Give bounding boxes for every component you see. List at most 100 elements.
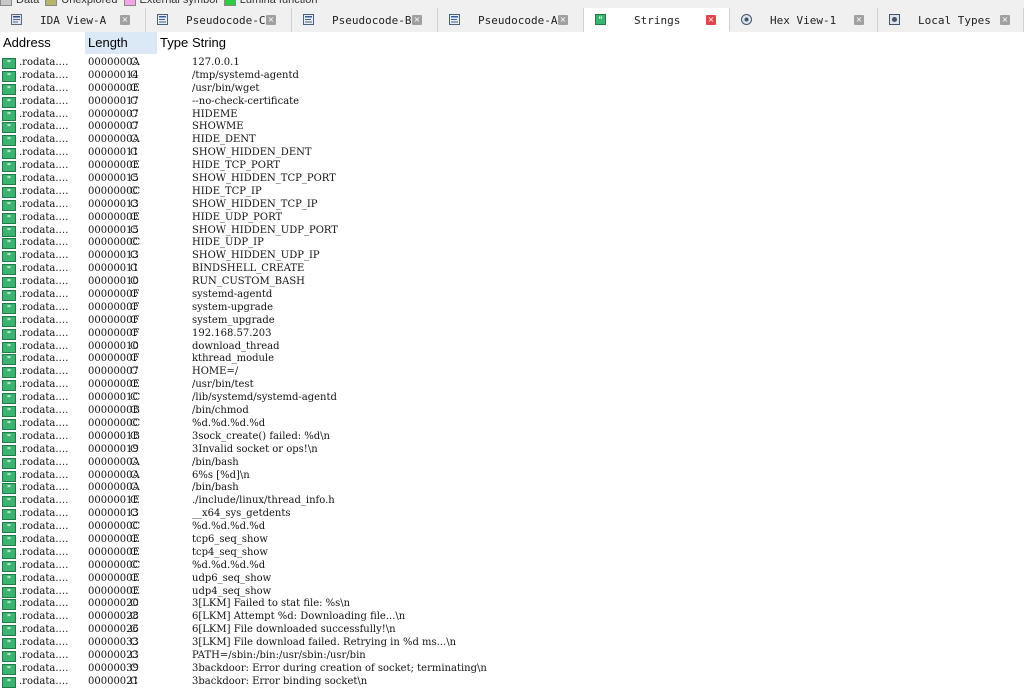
string-cell: 3backdoor: Error binding socket\n: [192, 675, 368, 687]
table-row[interactable]: " .rodata.… 00000017 C --no-check-certificat…: [0, 96, 1024, 109]
type-cell: C: [130, 173, 138, 185]
string-cell: 6[LKM] Attempt %d: Downloading file...\n: [192, 611, 406, 623]
table-row[interactable]: " .rodata.… 0000001B C 3sock_create() failed…: [0, 431, 1024, 444]
tab-strings[interactable]: " Strings ×: [584, 8, 730, 32]
table-row[interactable]: " .rodata.… 0000000E C HIDE_UDP_PORT: [0, 212, 1024, 225]
type-cell: C: [130, 57, 138, 68]
table-row[interactable]: " .rodata.… 0000000B C/bin/chmod: [0, 405, 1024, 418]
table-row[interactable]: " .rodata.… 00000021 C 3backdoor: Error bind…: [0, 676, 1024, 689]
column-header-string[interactable]: String: [189, 32, 1024, 54]
table-row[interactable]: " .rodata.… 00000011 C BINDSHELL_CREATE: [0, 263, 1024, 276]
table-row[interactable]: " .rodata.… 0000000E C/usr/bin/test: [0, 379, 1024, 392]
close-icon[interactable]: ×: [412, 15, 422, 25]
table-row[interactable]: " .rodata.… 0000000F Ckthread_module: [0, 353, 1024, 366]
pseudocode-icon: [449, 14, 460, 25]
tab-label: Pseudocode-B: [332, 14, 412, 27]
table-row[interactable]: " .rodata.… 00000026 C 6[LKM] File downloade…: [0, 624, 1024, 637]
string-cell: HIDE_DENT: [192, 134, 256, 146]
table-row[interactable]: " .rodata.… 0000000C C HIDE_UDP_IP: [0, 237, 1024, 250]
table-row[interactable]: " .rodata.… 00000007 C HOME=/: [0, 366, 1024, 379]
table-row[interactable]: " .rodata.… 0000001C C/lib/systemd/systemd-…: [0, 392, 1024, 405]
string-cell: /usr/bin/test: [192, 379, 254, 391]
string-cell: ./include/linux/thread_info.h: [192, 495, 335, 507]
string-icon: ": [2, 186, 16, 198]
table-row[interactable]: " .rodata.… 00000023 C PATH=/sbin:/bin:/usr/…: [0, 650, 1024, 663]
address-cell: .rodata.…: [19, 456, 69, 468]
column-header-address[interactable]: Address: [0, 32, 85, 54]
type-cell: C: [130, 82, 138, 94]
table-row[interactable]: " .rodata.… 0000000E Ctcp6_seq_show: [0, 534, 1024, 547]
type-cell: C: [130, 649, 138, 661]
column-header-length[interactable]: Length: [85, 32, 157, 54]
table-row[interactable]: " .rodata.… 00000019 C 3Invalid socket or op…: [0, 444, 1024, 457]
table-row[interactable]: " .rodata.… 00000039 C 3backdoor: Error duri…: [0, 663, 1024, 676]
string-icon: ": [2, 83, 16, 95]
close-icon[interactable]: ×: [1000, 15, 1010, 25]
table-row[interactable]: " .rodata.… 00000010 C RUN_CUSTOM_BASH: [0, 276, 1024, 289]
table-row[interactable]: " .rodata.… 0000000C C %d.%d.%d.%d: [0, 560, 1024, 573]
tab-pseudocode-a[interactable]: Pseudocode-A ×: [438, 8, 584, 32]
table-row[interactable]: " .rodata.… 0000000A C/bin/bash: [0, 457, 1024, 470]
table-row[interactable]: " .rodata.… 0000000A C 6%s [%d]\n: [0, 470, 1024, 483]
type-cell: C: [130, 276, 138, 288]
table-row[interactable]: " .rodata.… 0000000F Csystem-upgrade: [0, 302, 1024, 315]
string-cell: 127.0.0.1: [192, 57, 240, 68]
table-row[interactable]: " .rodata.… 0000000C C HIDE_TCP_IP: [0, 186, 1024, 199]
legend-swatch: [45, 0, 58, 6]
type-cell: C: [130, 160, 138, 172]
table-row[interactable]: " .rodata.… 00000015 C SHOW_HIDDEN_UDP_PORT: [0, 225, 1024, 238]
close-icon[interactable]: ×: [558, 15, 568, 25]
string-icon: ": [2, 663, 16, 675]
table-row[interactable]: " .rodata.… 0000000E Cudp6_seq_show: [0, 573, 1024, 586]
table-row[interactable]: " .rodata.… 00000010 Cdownload_thread: [0, 341, 1024, 354]
table-row[interactable]: " .rodata.… 00000028 C 6[LKM] Attempt %d: Do…: [0, 611, 1024, 624]
string-icon: ": [2, 547, 16, 559]
string-icon: ": [2, 393, 16, 405]
table-row[interactable]: " .rodata.… 0000000A C 127.0.0.1: [0, 57, 1024, 70]
table-row[interactable]: " .rodata.… 00000014 C/tmp/systemd-agentd: [0, 70, 1024, 83]
type-cell: C: [130, 611, 138, 623]
table-row[interactable]: " .rodata.… 00000013 C __x64_sys_getdents: [0, 508, 1024, 521]
table-row[interactable]: " .rodata.… 00000013 C SHOW_HIDDEN_TCP_IP: [0, 199, 1024, 212]
table-row[interactable]: " .rodata.… 0000000E Ctcp4_seq_show: [0, 547, 1024, 560]
table-row[interactable]: " .rodata.… 00000011 C SHOW_HIDDEN_DENT: [0, 147, 1024, 160]
table-row[interactable]: " .rodata.… 00000020 C 3[LKM] Failed to stat…: [0, 598, 1024, 611]
table-row[interactable]: " .rodata.… 0000000F C 192.168.57.203: [0, 328, 1024, 341]
string-icon: ": [2, 380, 16, 392]
table-row[interactable]: " .rodata.… 0000000A C HIDE_DENT: [0, 134, 1024, 147]
close-icon[interactable]: ×: [854, 15, 864, 25]
column-header-type[interactable]: Type: [157, 32, 189, 54]
tab-pseudocode-c[interactable]: Pseudocode-C ×: [146, 8, 292, 32]
table-row[interactable]: " .rodata.… 0000000C C %d.%d.%d.%d: [0, 418, 1024, 431]
close-icon[interactable]: ×: [266, 15, 276, 25]
close-icon[interactable]: ×: [706, 15, 716, 25]
address-cell: .rodata.…: [19, 95, 69, 107]
tab-ida-view-a[interactable]: IDA View-A ×: [0, 8, 146, 32]
string-cell: /bin/bash: [192, 456, 239, 468]
string-icon: ": [2, 302, 16, 314]
table-row[interactable]: " .rodata.… 00000007 C HIDEME: [0, 109, 1024, 122]
type-cell: C: [130, 572, 138, 584]
table-row[interactable]: " .rodata.… 0000000E C/usr/bin/wget: [0, 83, 1024, 96]
table-row[interactable]: " .rodata.… 0000000A C/bin/bash: [0, 482, 1024, 495]
table-row[interactable]: " .rodata.… 0000000F Csystem_upgrade: [0, 315, 1024, 328]
tab-local-types[interactable]: Local Types ×: [878, 8, 1024, 32]
table-row[interactable]: " .rodata.… 0000001E C ./include/linux/threa…: [0, 495, 1024, 508]
string-cell: HIDEME: [192, 108, 238, 120]
string-icon: ": [2, 148, 16, 160]
table-row[interactable]: " .rodata.… 0000000F Csystemd-agentd: [0, 289, 1024, 302]
table-row[interactable]: " .rodata.… 0000000E C HIDE_TCP_PORT: [0, 160, 1024, 173]
tab-pseudocode-b[interactable]: Pseudocode-B ×: [292, 8, 438, 32]
table-row[interactable]: " .rodata.… 00000007 C SHOWME: [0, 121, 1024, 134]
table-row[interactable]: " .rodata.… 00000013 C SHOW_HIDDEN_UDP_IP: [0, 250, 1024, 263]
table-row[interactable]: " .rodata.… 00000033 C 3[LKM] File download …: [0, 637, 1024, 650]
table-row[interactable]: " .rodata.… 00000015 C SHOW_HIDDEN_TCP_PORT: [0, 173, 1024, 186]
address-cell: .rodata.…: [19, 69, 69, 81]
table-row[interactable]: " .rodata.… 0000000E Cudp4_seq_show: [0, 586, 1024, 599]
close-icon[interactable]: ×: [120, 15, 130, 25]
pseudocode-icon: [303, 14, 314, 25]
tab-hex-view-1[interactable]: Hex View-1 ×: [730, 8, 878, 32]
table-row[interactable]: " .rodata.… 0000000C C %d.%d.%d.%d: [0, 521, 1024, 534]
address-cell: .rodata.…: [19, 276, 69, 288]
string-icon: ": [2, 418, 16, 430]
